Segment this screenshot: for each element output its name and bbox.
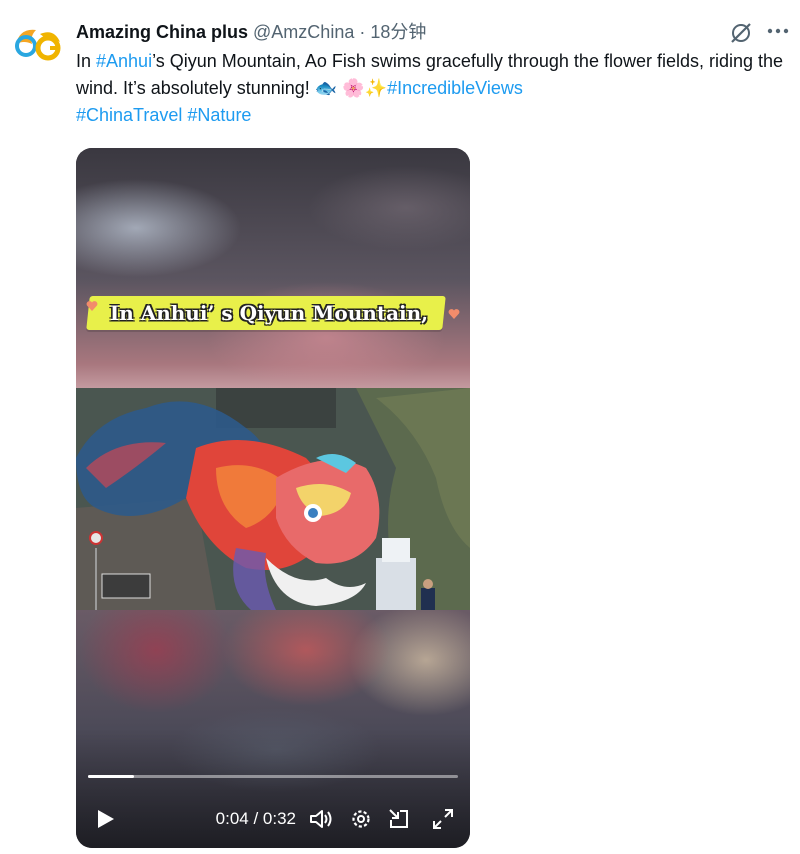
tweet-text: In #Anhui’s Qiyun Mountain, Ao Fish swim…: [76, 48, 788, 129]
more-options-button[interactable]: [764, 18, 792, 44]
picture-in-picture-icon: [389, 809, 408, 828]
author-name[interactable]: Amazing China plus: [76, 22, 248, 42]
post-time[interactable]: 18分钟: [370, 22, 426, 42]
hashtag-nature[interactable]: #Nature: [187, 105, 251, 125]
ao-fish-lantern-scene: [76, 388, 470, 610]
play-button[interactable]: [92, 806, 118, 832]
video-progress-bar[interactable]: [88, 775, 458, 778]
tweet-header: Amazing China plus @AmzChina · 18分钟: [76, 20, 426, 44]
author-handle[interactable]: @AmzChina: [253, 22, 354, 42]
fullscreen-icon: [433, 809, 453, 829]
heart-icon: [86, 301, 98, 311]
time-separator: /: [248, 809, 263, 828]
video-progress-fill: [88, 775, 135, 778]
separator-dot: ·: [359, 22, 366, 42]
hashtag-incredible-views[interactable]: #IncredibleViews: [387, 78, 523, 98]
settings-icon: [352, 810, 370, 828]
current-time: 0:04: [215, 809, 249, 828]
volume-icon: [310, 810, 332, 828]
amazing-china-logo: [10, 14, 66, 70]
fullscreen-button[interactable]: [430, 806, 456, 832]
video-duration: 0:32: [262, 809, 296, 828]
volume-button[interactable]: [308, 806, 334, 832]
fish-emoji: 🐟: [314, 78, 338, 98]
heart-icon: [448, 309, 460, 319]
video-blur-background-top: [76, 148, 470, 388]
grok-button[interactable]: [728, 20, 754, 46]
blossom-emoji: 🌸: [342, 78, 365, 98]
video-time-readout: 0:04 / 0:32: [196, 806, 296, 832]
avatar[interactable]: [10, 14, 66, 70]
sparkles-emoji: ✨: [364, 78, 388, 98]
grok-icon: [731, 23, 751, 43]
video-caption: In Anhui’ s Qiyun Mountain,: [109, 301, 429, 325]
hashtag-anhui[interactable]: #Anhui: [96, 51, 152, 71]
hashtag-china-travel[interactable]: #ChinaTravel: [76, 105, 182, 125]
more-options-icon: [767, 28, 789, 34]
video-player[interactable]: In Anhui’ s Qiyun Mountain, 0:04 / 0:32: [76, 148, 470, 848]
play-icon: [98, 810, 114, 828]
tweet-text-segment: In: [76, 51, 97, 71]
video-frame: [76, 388, 470, 610]
picture-in-picture-button[interactable]: [386, 806, 412, 832]
settings-button[interactable]: [348, 806, 374, 832]
